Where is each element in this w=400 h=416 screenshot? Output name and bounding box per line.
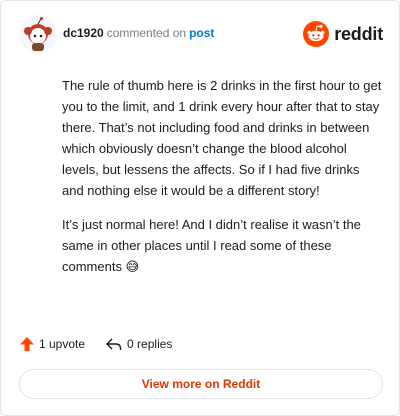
comment-verb: commented on [106, 26, 187, 40]
comment-paragraph: The rule of thumb here is 2 drinks in th… [62, 78, 382, 198]
upvote-arrow-icon [20, 337, 34, 351]
snoo-avatar-icon [19, 15, 57, 53]
upvote-stat[interactable]: 1 upvote [19, 336, 85, 352]
username-link[interactable]: dc1920 [63, 26, 104, 40]
comment-header: dc1920 commented on post reddit [19, 15, 383, 55]
reddit-wordmark: reddit [334, 23, 383, 44]
comment-footer: 1 upvote 0 replies [19, 334, 192, 354]
reddit-brand[interactable]: reddit [303, 19, 383, 49]
embedded-comment-card: dc1920 commented on post reddit The rule o… [0, 0, 400, 416]
comment-body: The rule of thumb here is 2 drinks in th… [62, 75, 382, 290]
reply-count: 0 replies [127, 337, 173, 351]
user-avatar[interactable] [19, 15, 57, 53]
upvote-count: 1 upvote [39, 337, 86, 351]
comment-meta: dc1920 commented on post [63, 26, 214, 40]
reply-stat[interactable]: 0 replies [105, 336, 172, 352]
comment-paragraph: It’s just normal here! And I didn’t real… [62, 217, 361, 274]
reply-arrow-icon [106, 338, 122, 350]
reddit-logo-icon [303, 21, 330, 47]
post-link[interactable]: post [189, 26, 214, 40]
view-more-button[interactable]: View more on Reddit [19, 369, 383, 399]
